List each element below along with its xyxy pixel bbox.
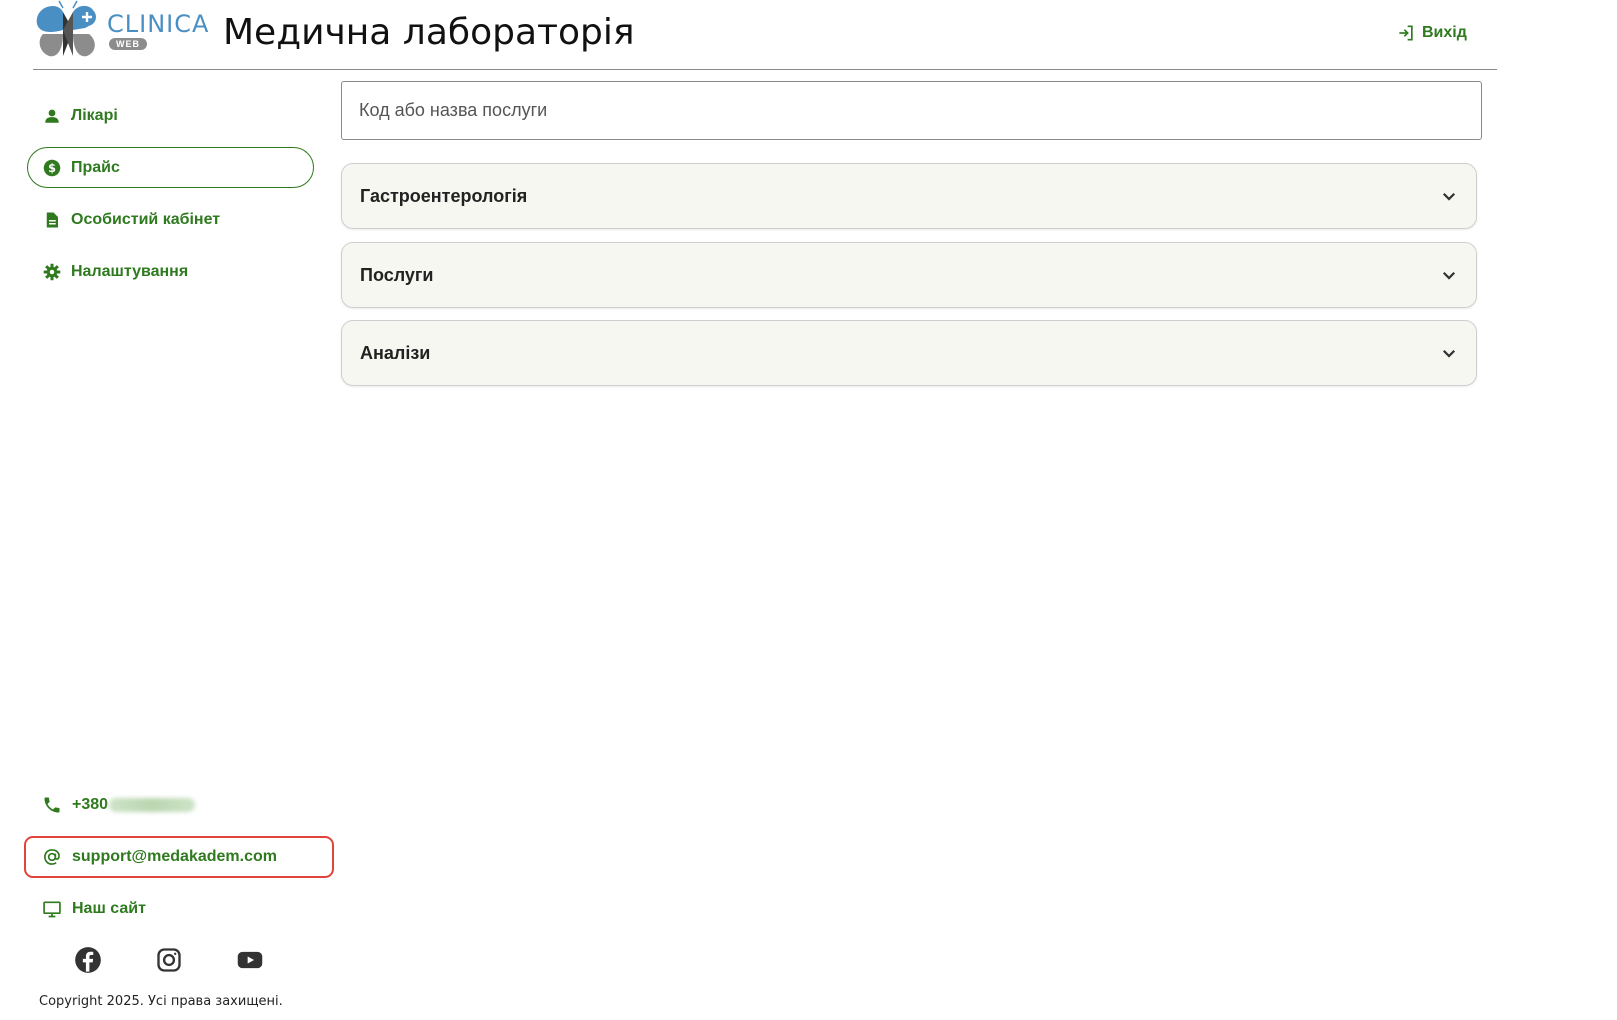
svg-text:$: $ [48, 161, 56, 174]
facebook-icon[interactable] [74, 946, 102, 974]
sidebar-item-label: Налаштування [71, 262, 189, 280]
chevron-down-icon [1442, 271, 1456, 280]
site-link[interactable]: Наш сайт [24, 888, 334, 930]
brand-badge: WEB [109, 38, 147, 50]
contacts: +380 support@medakadem.com Наш сайт [24, 784, 334, 940]
sidebar-item-label: Лікарі [71, 106, 118, 124]
clinica-logo[interactable]: CLINICA WEB [33, 0, 208, 62]
user-icon [43, 107, 61, 125]
accordion-label: Послуги [360, 264, 434, 285]
accordion-services[interactable]: Послуги [341, 242, 1477, 308]
accordion-label: Аналізи [360, 342, 431, 363]
document-icon [43, 211, 61, 229]
sidebar-item-personal-cabinet[interactable]: Особистий кабінет [27, 199, 314, 240]
dollar-icon: $ [43, 159, 61, 177]
at-sign-icon [42, 847, 62, 867]
email-link[interactable]: support@medakadem.com [24, 836, 334, 878]
site-label: Наш сайт [72, 900, 146, 917]
search-input[interactable] [341, 81, 1482, 140]
chevron-down-icon [1442, 192, 1456, 201]
instagram-icon[interactable] [155, 946, 183, 974]
sidebar-item-label: Прайс [71, 158, 120, 176]
sidebar-item-label: Особистий кабінет [71, 210, 221, 228]
sidebar-item-doctors[interactable]: Лікарі [27, 95, 314, 136]
phone-number: +380 [72, 796, 109, 813]
sign-in-icon [1399, 25, 1413, 41]
page-title: Медична лабораторія [223, 12, 635, 53]
chevron-down-icon [1442, 349, 1456, 358]
copyright: Copyright 2025. Усі права захищені. [39, 994, 283, 1009]
butterfly-logo-icon [36, 0, 96, 57]
accordion-analyses[interactable]: Аналізи [341, 320, 1477, 386]
email-address: support@medakadem.com [72, 848, 277, 865]
accordion-label: Гастроентерологія [360, 185, 528, 206]
brand-name: CLINICA [107, 10, 210, 38]
sidebar: Лікарі $ Прайс Особистий кабінет Налашту… [27, 95, 314, 303]
sidebar-item-settings[interactable]: Налаштування [27, 251, 314, 292]
logout-button[interactable]: Вихід [1396, 22, 1467, 44]
redacted-phone-digits [109, 798, 196, 812]
header: CLINICA WEB Медична лабораторія Вихід [33, 0, 1497, 70]
phone-icon [42, 795, 62, 815]
logout-label: Вихід [1422, 24, 1467, 41]
accordion-gastroenterology[interactable]: Гастроентерологія [341, 163, 1477, 229]
monitor-icon [42, 899, 62, 919]
youtube-icon[interactable] [236, 946, 264, 974]
social-links [74, 946, 264, 974]
gear-icon [43, 263, 61, 281]
phone-link[interactable]: +380 [24, 784, 334, 826]
sidebar-item-price[interactable]: $ Прайс [27, 147, 314, 188]
